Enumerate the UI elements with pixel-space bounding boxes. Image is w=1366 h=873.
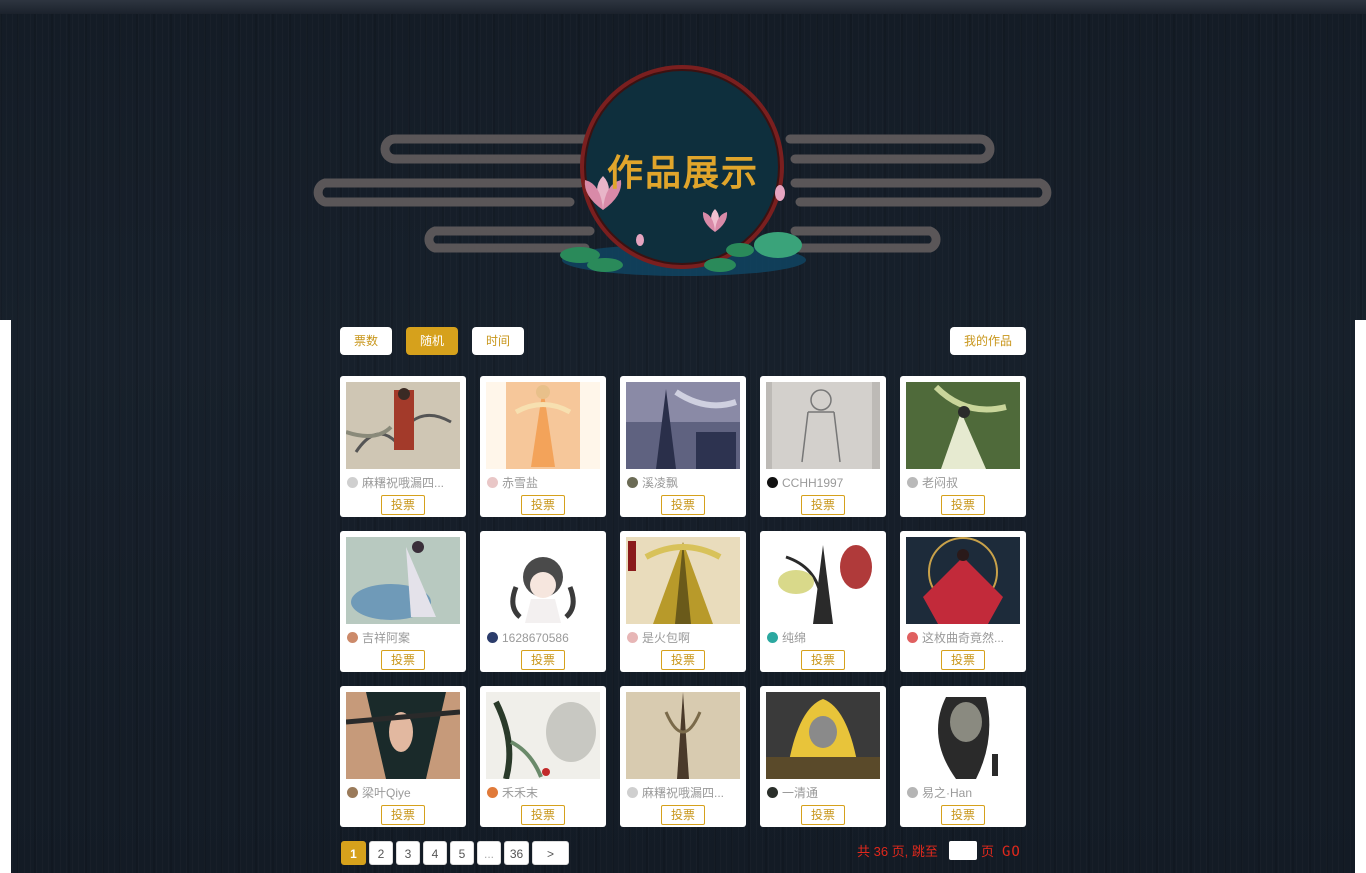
author-avatar <box>347 632 358 643</box>
author-name[interactable]: 麻糬祝哦漏四... <box>362 475 462 491</box>
work-thumbnail[interactable] <box>486 382 600 469</box>
work-thumbnail[interactable] <box>486 692 600 779</box>
page-button-last[interactable]: 36 <box>504 841 529 865</box>
author-name[interactable]: 一清通 <box>782 785 882 801</box>
work-card[interactable]: CCHH1997 投票 <box>760 376 886 517</box>
work-thumbnail[interactable] <box>906 382 1020 469</box>
total-pages-label: 共 36 页, 跳至 <box>857 844 938 859</box>
vote-button[interactable]: 投票 <box>381 805 425 825</box>
author-avatar <box>347 477 358 488</box>
author-name[interactable]: 梁叶Qiye <box>362 785 462 801</box>
page-title: 作品展示 <box>606 152 759 194</box>
author-avatar <box>487 787 498 798</box>
vote-button[interactable]: 投票 <box>941 650 985 670</box>
vote-button[interactable]: 投票 <box>521 495 565 515</box>
page-button-2[interactable]: 2 <box>369 841 393 865</box>
author-avatar <box>627 477 638 488</box>
work-card[interactable]: 一清通 投票 <box>760 686 886 827</box>
go-button[interactable]: GO <box>1002 843 1021 861</box>
page-ellipsis: ... <box>477 841 501 865</box>
author-avatar <box>627 787 638 798</box>
work-thumbnail[interactable] <box>906 692 1020 779</box>
work-thumbnail[interactable] <box>346 537 460 624</box>
vote-button[interactable]: 投票 <box>521 650 565 670</box>
sort-random-button[interactable]: 随机 <box>406 327 458 355</box>
work-thumbnail[interactable] <box>626 382 740 469</box>
author-avatar <box>487 632 498 643</box>
work-card[interactable]: 吉祥阿案 投票 <box>340 531 466 672</box>
author-name[interactable]: 溪凌飘 <box>642 475 742 491</box>
author-avatar <box>767 632 778 643</box>
next-page-button[interactable]: > <box>532 841 569 865</box>
work-card[interactable]: 赤雪盐 投票 <box>480 376 606 517</box>
vote-button[interactable]: 投票 <box>661 495 705 515</box>
vote-button[interactable]: 投票 <box>661 650 705 670</box>
work-card[interactable]: 易之·Han 投票 <box>900 686 1026 827</box>
work-thumbnail[interactable] <box>346 382 460 469</box>
work-card[interactable]: 1628670586 投票 <box>480 531 606 672</box>
vote-button[interactable]: 投票 <box>801 650 845 670</box>
author-avatar <box>907 477 918 488</box>
header-banner: 作品展示 <box>300 60 1066 290</box>
vote-button[interactable]: 投票 <box>521 805 565 825</box>
author-avatar <box>907 787 918 798</box>
work-thumbnail[interactable] <box>766 537 880 624</box>
author-avatar <box>767 787 778 798</box>
vote-button[interactable]: 投票 <box>801 805 845 825</box>
work-card[interactable]: 是火包啊 投票 <box>620 531 746 672</box>
left-margin <box>0 320 11 873</box>
author-avatar <box>347 787 358 798</box>
work-card[interactable]: 麻糬祝哦漏四... 投票 <box>620 686 746 827</box>
author-avatar <box>627 632 638 643</box>
work-thumbnail[interactable] <box>346 692 460 779</box>
sort-by-time-button[interactable]: 时间 <box>472 327 524 355</box>
author-name[interactable]: 是火包啊 <box>642 630 742 646</box>
vote-button[interactable]: 投票 <box>941 805 985 825</box>
work-thumbnail[interactable] <box>766 692 880 779</box>
work-card[interactable]: 老闷叔 投票 <box>900 376 1026 517</box>
vote-button[interactable]: 投票 <box>801 495 845 515</box>
vote-button[interactable]: 投票 <box>941 495 985 515</box>
author-name[interactable]: 禾禾末 <box>502 785 602 801</box>
author-name[interactable]: 纯绵 <box>782 630 882 646</box>
page-button-3[interactable]: 3 <box>396 841 420 865</box>
author-name[interactable]: 赤雪盐 <box>502 475 602 491</box>
author-name[interactable]: CCHH1997 <box>782 475 882 491</box>
author-name[interactable]: 吉祥阿案 <box>362 630 462 646</box>
vote-button[interactable]: 投票 <box>381 495 425 515</box>
work-card[interactable]: 这枚曲奇竟然... 投票 <box>900 531 1026 672</box>
vote-button[interactable]: 投票 <box>381 650 425 670</box>
work-thumbnail[interactable] <box>626 537 740 624</box>
top-bar <box>0 0 1366 14</box>
work-thumbnail[interactable] <box>626 692 740 779</box>
page-button-4[interactable]: 4 <box>423 841 447 865</box>
author-avatar <box>767 477 778 488</box>
author-avatar <box>487 477 498 488</box>
work-card[interactable]: 禾禾末 投票 <box>480 686 606 827</box>
vote-button[interactable]: 投票 <box>661 805 705 825</box>
work-card[interactable]: 溪凌飘 投票 <box>620 376 746 517</box>
work-thumbnail[interactable] <box>486 537 600 624</box>
work-thumbnail[interactable] <box>906 537 1020 624</box>
right-margin <box>1355 320 1366 873</box>
work-card[interactable]: 纯绵 投票 <box>760 531 886 672</box>
author-avatar <box>907 632 918 643</box>
work-card[interactable]: 梁叶Qiye 投票 <box>340 686 466 827</box>
work-card[interactable]: 麻糬祝哦漏四... 投票 <box>340 376 466 517</box>
page-jump-input[interactable] <box>949 841 977 860</box>
work-thumbnail[interactable] <box>766 382 880 469</box>
author-name[interactable]: 麻糬祝哦漏四... <box>642 785 742 801</box>
page-unit-label: 页 <box>981 844 995 859</box>
author-name[interactable]: 易之·Han <box>922 785 1022 801</box>
page-button-1[interactable]: 1 <box>341 841 366 865</box>
author-name[interactable]: 1628670586 <box>502 630 602 646</box>
author-name[interactable]: 老闷叔 <box>922 475 1022 491</box>
page-button-5[interactable]: 5 <box>450 841 474 865</box>
sort-by-votes-button[interactable]: 票数 <box>340 327 392 355</box>
my-works-button[interactable]: 我的作品 <box>950 327 1026 355</box>
author-name[interactable]: 这枚曲奇竟然... <box>922 630 1022 646</box>
